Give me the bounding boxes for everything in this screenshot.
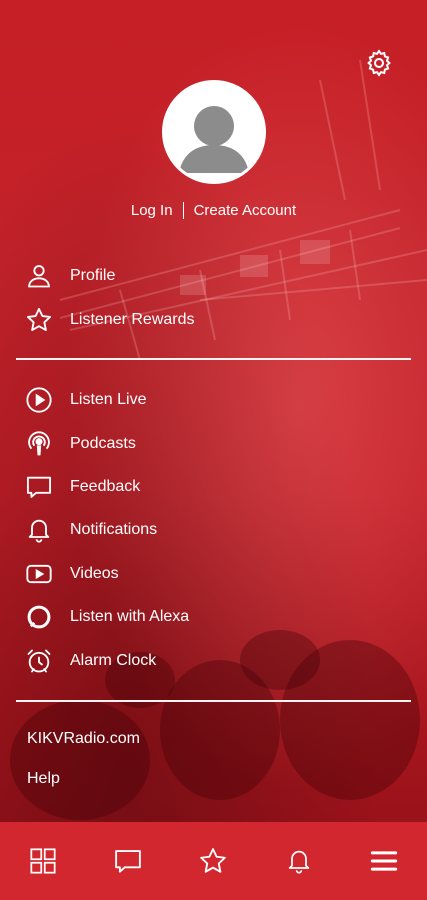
- star-icon: [24, 305, 54, 335]
- bottom-nav: [0, 822, 427, 900]
- menu-item-podcasts[interactable]: Podcasts: [24, 428, 404, 460]
- bell-icon: [288, 850, 310, 874]
- avatar[interactable]: [162, 80, 266, 184]
- nav-chat-button[interactable]: [108, 841, 148, 881]
- chat-icon: [115, 850, 141, 873]
- auth-links: Log In Create Account: [0, 202, 427, 219]
- menu-item-label: Listener Rewards: [70, 311, 195, 328]
- help-link[interactable]: Help: [27, 770, 60, 788]
- menu-item-label: Profile: [70, 267, 116, 284]
- divider: [16, 700, 411, 702]
- divider: [16, 358, 411, 360]
- chat-icon: [24, 472, 54, 502]
- alexa-icon: [24, 602, 54, 632]
- menu-item-label: Alarm Clock: [70, 652, 157, 669]
- menu-item-notifications[interactable]: Notifications: [24, 514, 404, 546]
- menu-item-profile[interactable]: Profile: [24, 260, 404, 292]
- menu-item-listen-with-alexa[interactable]: Listen with Alexa: [24, 601, 404, 633]
- alarm-clock-icon: [24, 646, 54, 676]
- menu-item-label: Listen with Alexa: [70, 608, 190, 625]
- menu-item-label: Feedback: [70, 478, 141, 495]
- nav-notifications-button[interactable]: [279, 841, 319, 881]
- settings-button[interactable]: [364, 48, 394, 78]
- nav-rewards-button[interactable]: [193, 841, 233, 881]
- login-link[interactable]: Log In: [131, 202, 173, 219]
- menu-item-label: Podcasts: [70, 435, 136, 452]
- menu-item-listen-live[interactable]: Listen Live: [24, 384, 404, 416]
- play-circle-icon: [24, 385, 54, 415]
- menu-item-label: Listen Live: [70, 391, 147, 408]
- auth-separator: [182, 202, 184, 219]
- menu-item-videos[interactable]: Videos: [24, 558, 404, 590]
- bell-icon: [24, 515, 54, 545]
- menu-item-alarm-clock[interactable]: Alarm Clock: [24, 645, 404, 677]
- website-link[interactable]: KIKVRadio.com: [27, 730, 140, 748]
- podcast-icon: [24, 429, 54, 459]
- person-icon: [24, 261, 54, 291]
- user-avatar-icon: [165, 83, 263, 181]
- menu-item-listener-rewards[interactable]: Listener Rewards: [24, 304, 404, 336]
- create-account-link[interactable]: Create Account: [194, 202, 297, 219]
- nav-home-button[interactable]: [23, 841, 63, 881]
- nav-menu-button[interactable]: [364, 841, 404, 881]
- menu-item-label: Notifications: [70, 521, 158, 538]
- grid-icon: [30, 848, 56, 874]
- menu-icon: [371, 851, 398, 871]
- menu-item-feedback[interactable]: Feedback: [24, 471, 404, 503]
- menu-item-label: Videos: [70, 565, 119, 582]
- star-icon: [200, 848, 227, 873]
- side-menu-screen: Log In Create Account Profile Listener R…: [0, 0, 427, 900]
- gear-icon: [367, 49, 391, 77]
- video-icon: [24, 559, 54, 589]
